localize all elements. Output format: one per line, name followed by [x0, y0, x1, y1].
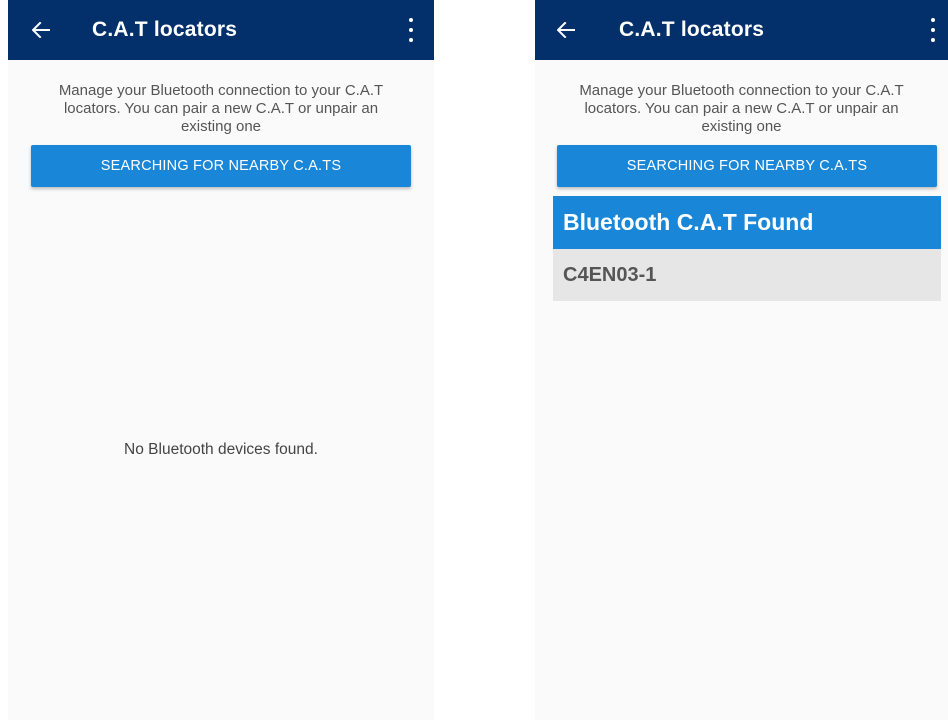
screenshot-canvas: C.A.T locators Manage your Bluetooth con…	[0, 0, 948, 720]
phone-screen-empty: C.A.T locators Manage your Bluetooth con…	[8, 0, 434, 720]
empty-state-message: No Bluetooth devices found.	[124, 441, 318, 458]
device-list-item[interactable]: C4EN03-1	[553, 249, 941, 301]
more-vertical-icon[interactable]	[406, 18, 416, 42]
arrow-left-icon[interactable]	[555, 19, 577, 41]
search-devices-button[interactable]: SEARCHING FOR NEARBY C.A.TS	[557, 145, 937, 187]
phone-screen-found: C.A.T locators Manage your Bluetooth con…	[535, 0, 948, 720]
app-bar: C.A.T locators	[8, 0, 434, 60]
arrow-left-icon[interactable]	[30, 19, 52, 41]
app-bar: C.A.T locators	[535, 0, 948, 60]
description-text: Manage your Bluetooth connection to your…	[579, 82, 904, 135]
page-title: C.A.T locators	[92, 18, 238, 41]
page-title: C.A.T locators	[619, 18, 765, 41]
more-vertical-icon[interactable]	[928, 18, 938, 42]
description-text: Manage your Bluetooth connection to your…	[58, 82, 384, 135]
found-devices-header: Bluetooth C.A.T Found	[553, 196, 941, 249]
search-devices-button[interactable]: SEARCHING FOR NEARBY C.A.TS	[31, 145, 411, 187]
